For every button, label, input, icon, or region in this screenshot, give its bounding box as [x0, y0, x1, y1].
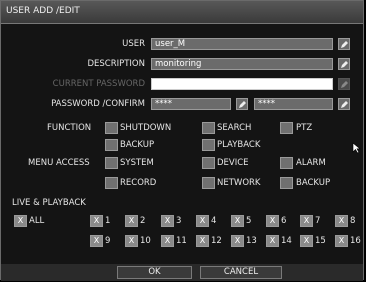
- checkbox-channel-11[interactable]: X: [161, 235, 174, 247]
- channel-7-label: 7: [315, 216, 321, 226]
- ok-button[interactable]: OK: [117, 266, 192, 279]
- option-record-label: RECORD: [120, 178, 157, 188]
- checkbox-channel-7[interactable]: X: [300, 215, 313, 227]
- password-field[interactable]: ****: [151, 98, 231, 110]
- checkbox-channel-12[interactable]: X: [196, 235, 209, 247]
- confirm-password-edit-button[interactable]: [338, 98, 350, 110]
- channel-15-label: 15: [315, 236, 326, 246]
- checkbox-channel-8[interactable]: X: [335, 215, 348, 227]
- user-label: USER: [122, 39, 145, 49]
- checkbox-channel-1[interactable]: X: [90, 215, 103, 227]
- channel-6-label: 6: [281, 216, 287, 226]
- current-password-label: CURRENT PASSWORD: [52, 79, 145, 89]
- description-edit-button[interactable]: [338, 58, 350, 70]
- checkbox-channel-3[interactable]: X: [161, 215, 174, 227]
- option-search-label: SEARCH: [217, 123, 252, 133]
- checkbox-alarm[interactable]: [280, 157, 293, 169]
- channel-1-label: 1: [105, 216, 111, 226]
- password-confirm-label: PASSWORD /CONFIRM: [51, 99, 145, 109]
- checkbox-channel-15[interactable]: X: [300, 235, 313, 247]
- user-field[interactable]: user_M: [151, 38, 333, 50]
- checkbox-system[interactable]: [105, 157, 118, 169]
- channel-12-label: 12: [211, 236, 222, 246]
- checkbox-channel-5[interactable]: X: [231, 215, 244, 227]
- option-ptz-label: PTZ: [296, 123, 313, 133]
- checkbox-backup-function[interactable]: [105, 139, 118, 151]
- current-password-field[interactable]: [151, 78, 333, 90]
- option-shutdown-label: SHUTDOWN: [120, 123, 172, 133]
- channel-10-label: 10: [140, 236, 151, 246]
- channel-5-label: 5: [246, 216, 252, 226]
- checkbox-channel-14[interactable]: X: [266, 235, 279, 247]
- option-system-label: SYSTEM: [120, 158, 154, 168]
- function-label: FUNCTION: [47, 123, 92, 133]
- checkbox-ptz[interactable]: [280, 122, 293, 134]
- option-alarm-label: ALARM: [296, 158, 326, 168]
- dialog-title: USER ADD /EDIT: [6, 6, 80, 16]
- pencil-icon: [341, 101, 348, 108]
- channel-16-label: 16: [350, 236, 361, 246]
- all-label: ALL: [29, 216, 45, 226]
- option-playback-label: PLAYBACK: [217, 140, 261, 150]
- channel-2-label: 2: [140, 216, 146, 226]
- option-network-label: NETWORK: [217, 178, 261, 188]
- channel-8-label: 8: [350, 216, 356, 226]
- checkbox-search[interactable]: [202, 122, 215, 134]
- checkbox-channel-13[interactable]: X: [231, 235, 244, 247]
- checkbox-shutdown[interactable]: [105, 122, 118, 134]
- pencil-icon: [239, 101, 246, 108]
- live-playback-label: LIVE & PLAYBACK: [12, 198, 86, 208]
- title-bar: USER ADD /EDIT: [1, 1, 363, 24]
- checkbox-channel-4[interactable]: X: [196, 215, 209, 227]
- checkbox-backup-menu[interactable]: [280, 177, 293, 189]
- user-add-edit-dialog: USER ADD /EDIT USER user_M DESCRIPTION m…: [0, 0, 364, 281]
- description-label: DESCRIPTION: [87, 59, 145, 69]
- channel-13-label: 13: [246, 236, 257, 246]
- option-backup-function-label: BACKUP: [120, 140, 155, 150]
- option-backup-menu-label: BACKUP: [296, 178, 331, 188]
- mouse-pointer-icon: [352, 142, 361, 154]
- current-password-edit-button: [338, 78, 350, 90]
- user-edit-button[interactable]: [338, 38, 350, 50]
- checkbox-network[interactable]: [202, 177, 215, 189]
- checkbox-channel-9[interactable]: X: [90, 235, 103, 247]
- option-device-label: DEVICE: [217, 158, 249, 168]
- pencil-icon: [341, 61, 348, 68]
- channel-9-label: 9: [105, 236, 111, 246]
- checkbox-record[interactable]: [105, 177, 118, 189]
- channel-3-label: 3: [176, 216, 182, 226]
- cancel-button[interactable]: CANCEL: [200, 266, 282, 279]
- menu-access-label: MENU ACCESS: [28, 158, 90, 168]
- password-edit-button[interactable]: [236, 98, 248, 110]
- checkbox-playback[interactable]: [202, 139, 215, 151]
- description-field[interactable]: monitoring: [151, 58, 333, 70]
- confirm-password-field[interactable]: ****: [254, 98, 333, 110]
- checkbox-channel-10[interactable]: X: [125, 235, 138, 247]
- channel-11-label: 11: [176, 236, 187, 246]
- channel-14-label: 14: [281, 236, 292, 246]
- checkbox-device[interactable]: [202, 157, 215, 169]
- channel-4-label: 4: [211, 216, 217, 226]
- checkbox-channel-2[interactable]: X: [125, 215, 138, 227]
- checkbox-channel-6[interactable]: X: [266, 215, 279, 227]
- checkbox-channel-16[interactable]: X: [335, 235, 348, 247]
- pencil-icon: [341, 81, 348, 88]
- checkbox-all[interactable]: X: [14, 215, 27, 227]
- pencil-icon: [341, 41, 348, 48]
